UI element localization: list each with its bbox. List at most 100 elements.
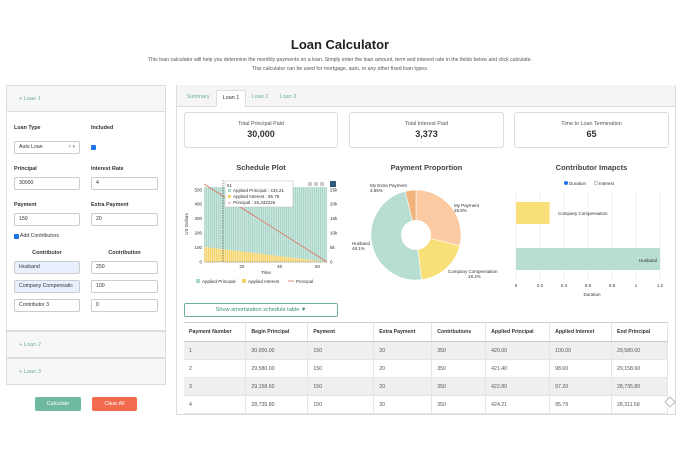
principal-bar — [310, 187, 312, 260]
calculate-button[interactable]: Calculate — [35, 397, 81, 411]
loan-2-header[interactable]: + Loan 2 — [7, 332, 165, 358]
tab-loan-1[interactable]: Loan 1 — [216, 90, 246, 107]
x-tick: 60 — [315, 264, 321, 269]
card-title: Total Interest Paid — [404, 121, 449, 127]
tooltip-swatch-interest — [228, 195, 231, 198]
interest-bar — [272, 255, 274, 262]
table-cell: 98.60 — [549, 359, 613, 378]
interest-bar — [259, 253, 261, 262]
col-end-principal: End Principal — [611, 322, 668, 342]
schedule-plot-title: Schedule Plot — [236, 163, 286, 172]
interest-bar — [217, 248, 219, 262]
show-amortization-button[interactable]: Show amortization schedule table ▼ — [184, 303, 338, 317]
principal-bar — [211, 187, 214, 248]
interest-bar — [304, 259, 306, 262]
interest-bar — [243, 251, 246, 262]
interest-bar — [306, 259, 308, 262]
principal-input[interactable]: 30000 — [14, 177, 80, 190]
legend-applied-interest: Applied Interest — [248, 279, 280, 284]
contributor-impacts-chart: Duration Interest Company Compensation H… — [515, 180, 664, 297]
loan-2-panel: + Loan 2 — [6, 331, 166, 358]
interest-rate-input[interactable]: 4 — [91, 177, 158, 190]
table-cell: 350 — [431, 377, 487, 396]
contributor-3-amount-input[interactable]: 0 — [91, 299, 158, 312]
principal-bar — [312, 187, 314, 261]
principal-bar — [293, 187, 295, 258]
contributor-3-name-input[interactable]: Contributor 3 — [14, 299, 80, 312]
contributor-2-amount-input[interactable]: 100 — [91, 280, 158, 293]
intro-text-line-1: This loan calculator will help you deter… — [147, 57, 533, 63]
interest-bar — [228, 250, 231, 262]
x-tick: 0.4 — [561, 283, 568, 288]
extra-payment-label: Extra Payment — [91, 202, 129, 208]
loan-1-header[interactable]: + Loan 1 — [7, 86, 165, 112]
col-contributions: Contributions — [431, 322, 487, 342]
interest-rate-label: Interest Rate — [91, 166, 124, 172]
reset-icon — [320, 182, 324, 186]
principal-bar — [221, 187, 223, 250]
legend-swatch-applied-interest — [242, 279, 246, 283]
bar-label-husband: Husband — [639, 258, 658, 263]
col-applied-principal: Applied Principal — [485, 322, 551, 342]
tab-loan-3[interactable]: Loan 3 — [275, 90, 301, 107]
y-left-tick: 0 — [199, 260, 202, 265]
extra-payment-input[interactable]: 20 — [91, 213, 158, 226]
loan-type-select[interactable]: Auto Loan × ▾ — [14, 141, 80, 154]
table-cell: 20 — [373, 377, 433, 396]
interest-bar — [291, 257, 293, 262]
interest-bar — [223, 249, 225, 262]
table-cell: 350 — [431, 395, 487, 414]
interest-bar — [308, 259, 310, 262]
interest-bar — [287, 257, 289, 262]
table-cell: 2 — [184, 359, 247, 378]
interest-bar — [215, 248, 218, 262]
table-header-row: Payment Number Begin Principal Payment E… — [184, 322, 668, 342]
principal-label: Principal — [14, 166, 37, 172]
table-cell: 29,580.00 — [245, 359, 309, 378]
add-contributors-checkbox[interactable] — [14, 234, 19, 239]
x-tick: 0.8 — [609, 283, 616, 288]
col-payment: Payment — [307, 322, 375, 342]
tab-loan-2[interactable]: Loan 2 — [247, 90, 273, 107]
interest-bar — [298, 258, 301, 262]
principal-bar — [298, 187, 301, 259]
y-left-tick: 300 — [194, 216, 202, 221]
y-left-tick: 500 — [194, 187, 202, 192]
interest-bar — [230, 250, 233, 262]
principal-bar — [217, 187, 219, 249]
principal-bar — [219, 187, 221, 249]
interest-radio[interactable] — [593, 180, 599, 186]
principal-bar — [204, 187, 206, 248]
duration-radio[interactable] — [564, 181, 568, 185]
principal-bar — [302, 187, 305, 260]
table-row: 2 29,580.00 150 20 350 421.40 98.60 29,158.60 — [184, 359, 668, 378]
tooltip-line-1: Applied Principal : 434.21 — [233, 188, 285, 193]
interest-bar — [312, 260, 314, 262]
interest-bar — [242, 251, 244, 262]
x-tick: 1 — [635, 283, 638, 288]
interest-bar — [274, 255, 276, 262]
col-applied-interest: Applied Interest — [549, 322, 613, 342]
clear-and-chevron-icon[interactable]: × ▾ — [68, 142, 75, 153]
interest-bar — [257, 253, 259, 262]
pct-company: 19.2% — [468, 274, 481, 279]
included-checkbox[interactable] — [91, 145, 96, 150]
interest-bar — [247, 252, 250, 262]
x-tick: 40 — [277, 264, 283, 269]
donut-hole — [401, 220, 431, 250]
interest-radio-label: Interest — [599, 181, 615, 186]
interest-bar — [249, 252, 252, 262]
table-cell: 424.21 — [485, 395, 551, 414]
payment-input[interactable]: 150 — [14, 213, 80, 226]
clear-all-button[interactable]: Clear All — [92, 397, 137, 411]
contributor-1-amount-input[interactable]: 250 — [91, 261, 158, 274]
pct-extra-payment: 3.85% — [370, 188, 383, 193]
contributor-1-name-input[interactable]: Husband — [14, 261, 80, 274]
loan-3-header[interactable]: + Loan 3 — [7, 359, 165, 385]
table-cell: 4 — [184, 395, 247, 414]
contributor-2-name-input[interactable]: Company Compensatic — [14, 280, 80, 293]
col-begin-principal: Begin Principal — [245, 322, 309, 342]
tab-summary[interactable]: Summary — [181, 90, 215, 107]
interest-bar — [219, 248, 221, 262]
table-cell: 29,158.60 — [245, 377, 309, 396]
